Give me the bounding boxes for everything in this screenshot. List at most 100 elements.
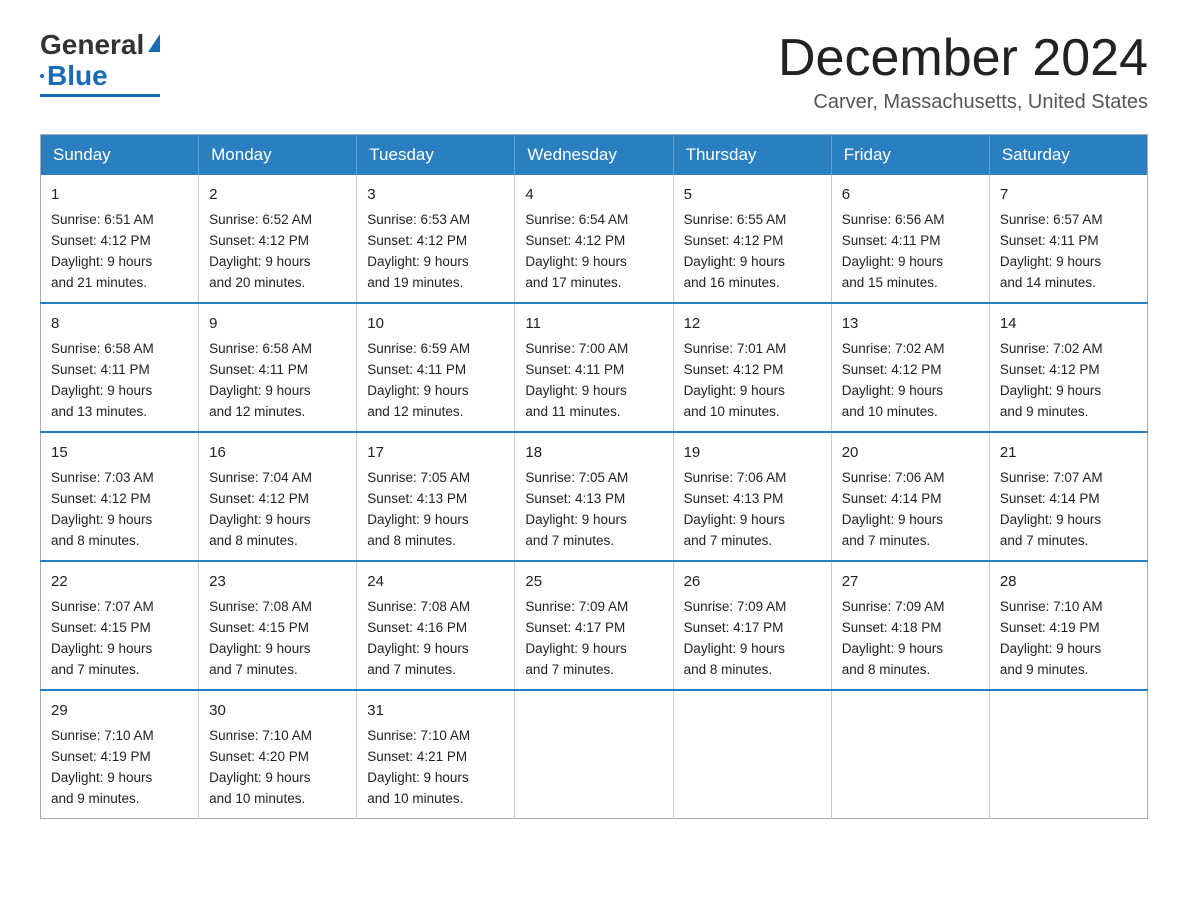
sunrise-label: Sunrise: 7:07 AM [51, 599, 154, 614]
daylight-minutes: and 8 minutes. [51, 533, 140, 548]
page-header: General Blue December 2024 Carver, Massa… [40, 30, 1148, 114]
sunrise-label: Sunrise: 6:57 AM [1000, 212, 1103, 227]
calendar-cell: 14 Sunrise: 7:02 AM Sunset: 4:12 PM Dayl… [989, 303, 1147, 432]
daylight-label: Daylight: 9 hours [684, 512, 785, 527]
calendar-week-row: 1 Sunrise: 6:51 AM Sunset: 4:12 PM Dayli… [41, 175, 1148, 303]
calendar-cell: 5 Sunrise: 6:55 AM Sunset: 4:12 PM Dayli… [673, 175, 831, 303]
sunrise-label: Sunrise: 6:58 AM [209, 341, 312, 356]
daylight-label: Daylight: 9 hours [842, 383, 943, 398]
sunset-label: Sunset: 4:12 PM [842, 362, 942, 377]
day-number: 26 [684, 570, 821, 593]
sunset-label: Sunset: 4:17 PM [525, 620, 625, 635]
daylight-minutes: and 7 minutes. [842, 533, 931, 548]
sunrise-label: Sunrise: 7:01 AM [684, 341, 787, 356]
month-title: December 2024 [778, 30, 1148, 87]
sunrise-label: Sunrise: 6:51 AM [51, 212, 154, 227]
calendar-cell: 9 Sunrise: 6:58 AM Sunset: 4:11 PM Dayli… [199, 303, 357, 432]
sunrise-label: Sunrise: 6:59 AM [367, 341, 470, 356]
sunrise-label: Sunrise: 7:09 AM [525, 599, 628, 614]
day-number: 25 [525, 570, 662, 593]
sunrise-label: Sunrise: 7:10 AM [209, 728, 312, 743]
daylight-label: Daylight: 9 hours [209, 254, 310, 269]
daylight-label: Daylight: 9 hours [1000, 254, 1101, 269]
daylight-minutes: and 20 minutes. [209, 275, 305, 290]
sunrise-label: Sunrise: 7:09 AM [842, 599, 945, 614]
weekday-header-wednesday: Wednesday [515, 135, 673, 176]
daylight-minutes: and 10 minutes. [684, 404, 780, 419]
weekday-header-friday: Friday [831, 135, 989, 176]
calendar-cell: 7 Sunrise: 6:57 AM Sunset: 4:11 PM Dayli… [989, 175, 1147, 303]
calendar-cell: 22 Sunrise: 7:07 AM Sunset: 4:15 PM Dayl… [41, 561, 199, 690]
calendar-cell: 18 Sunrise: 7:05 AM Sunset: 4:13 PM Dayl… [515, 432, 673, 561]
title-area: December 2024 Carver, Massachusetts, Uni… [778, 30, 1148, 114]
calendar-cell: 20 Sunrise: 7:06 AM Sunset: 4:14 PM Dayl… [831, 432, 989, 561]
day-number: 31 [367, 699, 504, 722]
daylight-label: Daylight: 9 hours [525, 512, 626, 527]
sunset-label: Sunset: 4:14 PM [1000, 491, 1100, 506]
daylight-minutes: and 10 minutes. [209, 791, 305, 806]
day-number: 20 [842, 441, 979, 464]
calendar-cell: 31 Sunrise: 7:10 AM Sunset: 4:21 PM Dayl… [357, 690, 515, 818]
logo-dot-icon [40, 74, 44, 78]
calendar-cell: 15 Sunrise: 7:03 AM Sunset: 4:12 PM Dayl… [41, 432, 199, 561]
daylight-label: Daylight: 9 hours [51, 641, 152, 656]
daylight-label: Daylight: 9 hours [842, 512, 943, 527]
weekday-header-sunday: Sunday [41, 135, 199, 176]
sunset-label: Sunset: 4:12 PM [209, 491, 309, 506]
daylight-minutes: and 7 minutes. [51, 662, 140, 677]
sunrise-label: Sunrise: 7:08 AM [367, 599, 470, 614]
day-number: 18 [525, 441, 662, 464]
daylight-minutes: and 13 minutes. [51, 404, 147, 419]
sunrise-label: Sunrise: 7:03 AM [51, 470, 154, 485]
calendar-cell: 29 Sunrise: 7:10 AM Sunset: 4:19 PM Dayl… [41, 690, 199, 818]
daylight-minutes: and 16 minutes. [684, 275, 780, 290]
day-number: 22 [51, 570, 188, 593]
sunrise-label: Sunrise: 6:55 AM [684, 212, 787, 227]
sunrise-label: Sunrise: 7:08 AM [209, 599, 312, 614]
sunset-label: Sunset: 4:12 PM [367, 233, 467, 248]
day-number: 13 [842, 312, 979, 335]
day-number: 27 [842, 570, 979, 593]
day-number: 6 [842, 183, 979, 206]
daylight-minutes: and 7 minutes. [367, 662, 456, 677]
calendar-week-row: 22 Sunrise: 7:07 AM Sunset: 4:15 PM Dayl… [41, 561, 1148, 690]
daylight-minutes: and 10 minutes. [842, 404, 938, 419]
sunset-label: Sunset: 4:12 PM [1000, 362, 1100, 377]
sunrise-label: Sunrise: 7:05 AM [525, 470, 628, 485]
daylight-minutes: and 7 minutes. [209, 662, 298, 677]
calendar-cell [989, 690, 1147, 818]
sunrise-label: Sunrise: 7:02 AM [842, 341, 945, 356]
daylight-label: Daylight: 9 hours [367, 383, 468, 398]
daylight-label: Daylight: 9 hours [525, 383, 626, 398]
sunrise-label: Sunrise: 7:05 AM [367, 470, 470, 485]
daylight-minutes: and 8 minutes. [367, 533, 456, 548]
daylight-minutes: and 9 minutes. [51, 791, 140, 806]
daylight-label: Daylight: 9 hours [367, 641, 468, 656]
sunrise-label: Sunrise: 7:09 AM [684, 599, 787, 614]
sunset-label: Sunset: 4:15 PM [209, 620, 309, 635]
sunset-label: Sunset: 4:12 PM [51, 233, 151, 248]
day-number: 12 [684, 312, 821, 335]
calendar-header-row: SundayMondayTuesdayWednesdayThursdayFrid… [41, 135, 1148, 176]
sunset-label: Sunset: 4:11 PM [1000, 233, 1099, 248]
day-number: 8 [51, 312, 188, 335]
calendar-cell [673, 690, 831, 818]
day-number: 1 [51, 183, 188, 206]
sunrise-label: Sunrise: 6:58 AM [51, 341, 154, 356]
calendar-cell: 17 Sunrise: 7:05 AM Sunset: 4:13 PM Dayl… [357, 432, 515, 561]
sunset-label: Sunset: 4:12 PM [209, 233, 309, 248]
day-number: 29 [51, 699, 188, 722]
daylight-label: Daylight: 9 hours [1000, 641, 1101, 656]
daylight-label: Daylight: 9 hours [1000, 383, 1101, 398]
sunrise-label: Sunrise: 7:04 AM [209, 470, 312, 485]
daylight-minutes: and 12 minutes. [209, 404, 305, 419]
day-number: 30 [209, 699, 346, 722]
calendar-cell: 11 Sunrise: 7:00 AM Sunset: 4:11 PM Dayl… [515, 303, 673, 432]
calendar-cell: 12 Sunrise: 7:01 AM Sunset: 4:12 PM Dayl… [673, 303, 831, 432]
weekday-header-monday: Monday [199, 135, 357, 176]
daylight-label: Daylight: 9 hours [684, 641, 785, 656]
daylight-label: Daylight: 9 hours [367, 254, 468, 269]
sunset-label: Sunset: 4:11 PM [842, 233, 941, 248]
daylight-label: Daylight: 9 hours [51, 512, 152, 527]
daylight-label: Daylight: 9 hours [209, 512, 310, 527]
